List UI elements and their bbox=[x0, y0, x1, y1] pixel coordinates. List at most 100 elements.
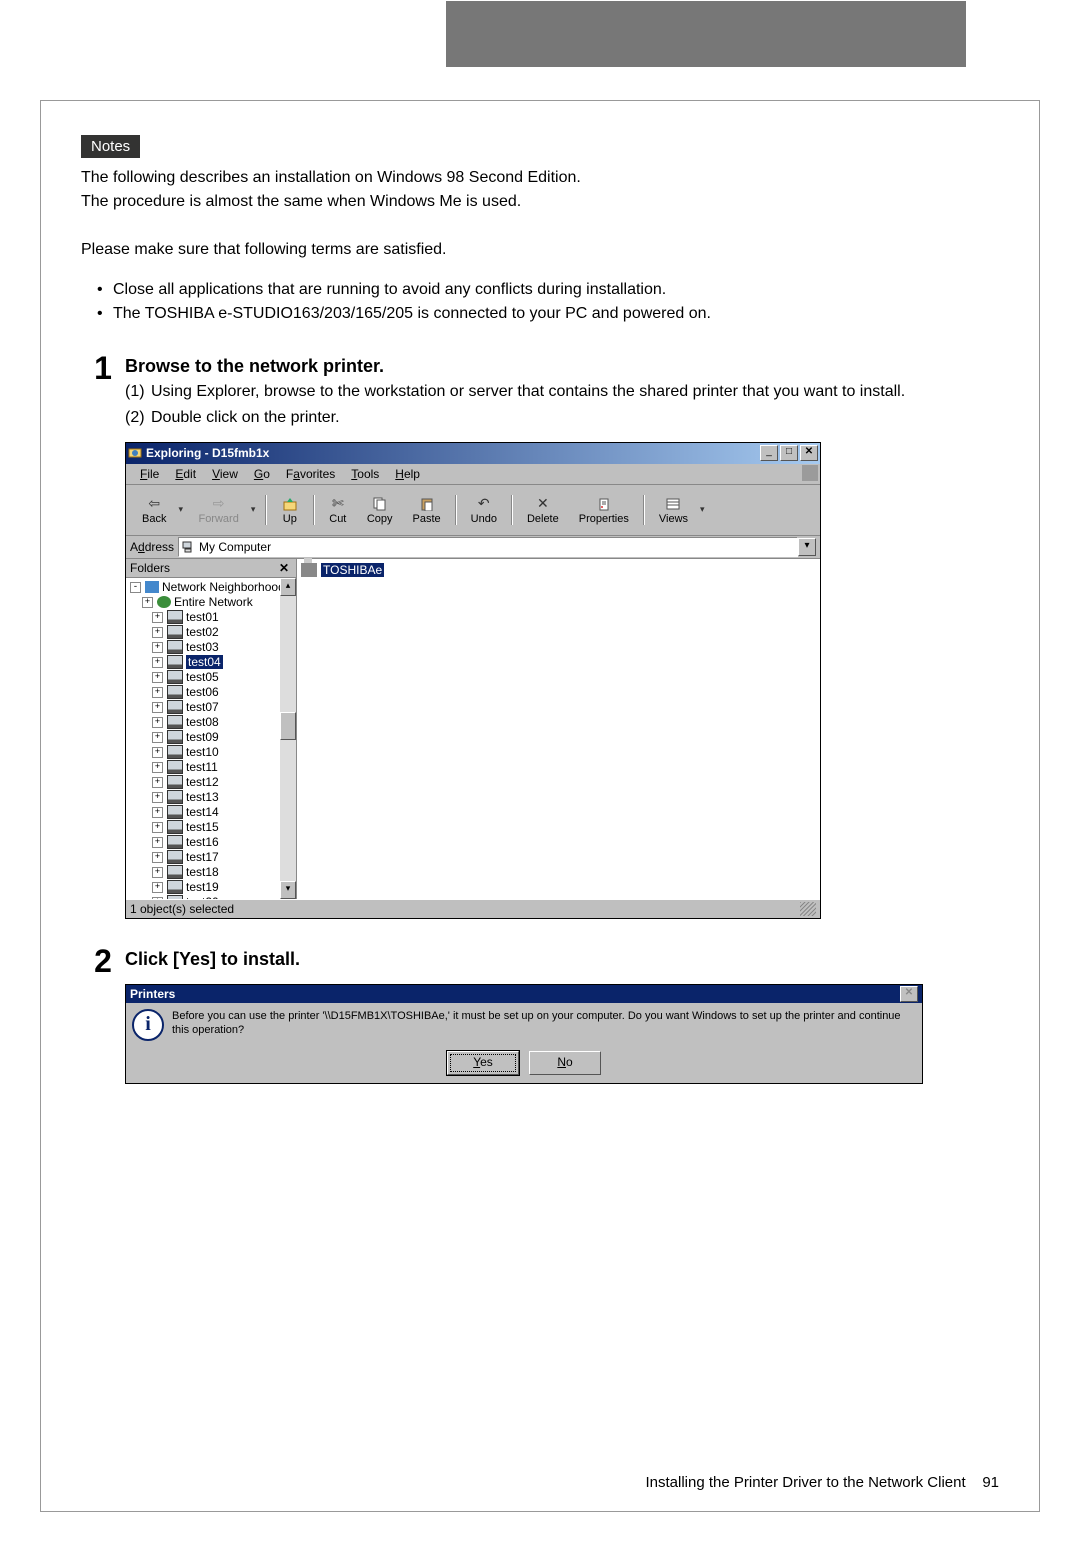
expand-icon[interactable]: + bbox=[152, 717, 163, 728]
expand-icon[interactable]: + bbox=[152, 612, 163, 623]
printer-item[interactable]: TOSHIBAe bbox=[301, 563, 816, 577]
expand-icon[interactable]: + bbox=[152, 672, 163, 683]
maximize-button[interactable]: □ bbox=[780, 445, 798, 461]
tree-row[interactable]: +test17 bbox=[126, 850, 296, 865]
address-dropdown[interactable]: ▾ bbox=[798, 538, 816, 556]
tree-scrollbar[interactable]: ▴ ▾ bbox=[280, 578, 296, 899]
tree-row[interactable]: +test02 bbox=[126, 625, 296, 640]
status-text: 1 object(s) selected bbox=[130, 902, 234, 916]
menu-view[interactable]: View bbox=[204, 467, 246, 481]
undo-button[interactable]: ↶ Undo bbox=[461, 495, 507, 525]
expand-icon[interactable]: + bbox=[152, 762, 163, 773]
folders-close[interactable]: ✕ bbox=[276, 561, 292, 575]
no-button[interactable]: No bbox=[529, 1051, 601, 1075]
tree-row[interactable]: +test20 bbox=[126, 895, 296, 899]
substep-2: (2)Double click on the printer. bbox=[125, 406, 999, 430]
menu-favorites[interactable]: Favorites bbox=[278, 467, 343, 481]
expand-icon[interactable]: + bbox=[152, 852, 163, 863]
computer-icon bbox=[167, 865, 183, 879]
menu-help[interactable]: Help bbox=[387, 467, 428, 481]
info-icon: i bbox=[132, 1009, 164, 1041]
substep-text: Double click on the printer. bbox=[151, 409, 340, 426]
properties-button[interactable]: Properties bbox=[569, 495, 639, 525]
address-field[interactable]: My Computer bbox=[178, 537, 798, 557]
expand-icon[interactable]: + bbox=[152, 867, 163, 878]
tree-row[interactable]: +test13 bbox=[126, 790, 296, 805]
resize-grip-icon[interactable] bbox=[800, 902, 816, 916]
notes-line1: The following describes an installation … bbox=[81, 169, 581, 186]
bullet-item: Close all applications that are running … bbox=[97, 278, 999, 302]
expand-icon[interactable]: + bbox=[152, 822, 163, 833]
expand-icon[interactable]: + bbox=[152, 747, 163, 758]
expand-icon[interactable]: + bbox=[152, 732, 163, 743]
expand-icon[interactable]: + bbox=[142, 597, 153, 608]
dialog-close-button[interactable]: ✕ bbox=[900, 986, 918, 1002]
tree-row[interactable]: +test15 bbox=[126, 820, 296, 835]
back-button[interactable]: ⇦ Back bbox=[132, 495, 176, 525]
expand-icon[interactable]: + bbox=[152, 792, 163, 803]
yes-button[interactable]: Yes bbox=[447, 1051, 519, 1075]
tree-row[interactable]: -Network Neighborhood bbox=[126, 580, 296, 595]
tree-row[interactable]: +test10 bbox=[126, 745, 296, 760]
titlebar[interactable]: Exploring - D15fmb1x _ □ ✕ bbox=[126, 443, 820, 464]
tree-row[interactable]: +test07 bbox=[126, 700, 296, 715]
computer-icon bbox=[167, 835, 183, 849]
forward-dropdown[interactable]: ▾ bbox=[249, 504, 261, 515]
delete-button[interactable]: ✕ Delete bbox=[517, 495, 569, 525]
menu-edit[interactable]: Edit bbox=[167, 467, 204, 481]
expand-icon[interactable]: + bbox=[152, 627, 163, 638]
expand-icon[interactable]: + bbox=[152, 897, 163, 899]
expand-icon[interactable]: + bbox=[152, 837, 163, 848]
expand-icon[interactable]: + bbox=[152, 702, 163, 713]
forward-button: ⇨ Forward bbox=[188, 495, 248, 525]
expand-icon[interactable]: + bbox=[152, 657, 163, 668]
footer-text: Installing the Printer Driver to the Net… bbox=[646, 1474, 966, 1491]
expand-icon[interactable]: + bbox=[152, 687, 163, 698]
cut-button[interactable]: ✄ Cut bbox=[319, 495, 357, 525]
tree-row[interactable]: +test09 bbox=[126, 730, 296, 745]
tree-row[interactable]: +test01 bbox=[126, 610, 296, 625]
up-button[interactable]: Up bbox=[271, 495, 309, 525]
folder-tree[interactable]: -Network Neighborhood+Entire Network+tes… bbox=[126, 578, 296, 899]
tree-row[interactable]: +test05 bbox=[126, 670, 296, 685]
tree-row[interactable]: + test18 bbox=[126, 865, 296, 880]
tree-row[interactable]: +test14 bbox=[126, 805, 296, 820]
dialog-titlebar[interactable]: Printers ✕ bbox=[126, 985, 922, 1003]
back-dropdown[interactable]: ▾ bbox=[176, 504, 188, 515]
expand-icon[interactable]: + bbox=[152, 642, 163, 653]
expand-icon[interactable]: + bbox=[152, 777, 163, 788]
scroll-down-button[interactable]: ▾ bbox=[280, 881, 296, 899]
computer-icon bbox=[167, 895, 183, 899]
expand-icon[interactable]: + bbox=[152, 882, 163, 893]
tree-row[interactable]: +test19 bbox=[126, 880, 296, 895]
tree-row[interactable]: +Entire Network bbox=[126, 595, 296, 610]
tree-row[interactable]: +test03 bbox=[126, 640, 296, 655]
scroll-thumb[interactable] bbox=[280, 712, 296, 740]
scroll-up-button[interactable]: ▴ bbox=[280, 578, 296, 596]
tree-row[interactable]: +test11 bbox=[126, 760, 296, 775]
copy-button[interactable]: Copy bbox=[357, 495, 403, 525]
minimize-button[interactable]: _ bbox=[760, 445, 778, 461]
menu-tools[interactable]: Tools bbox=[343, 467, 387, 481]
menu-go[interactable]: Go bbox=[246, 467, 278, 481]
tree-label: test16 bbox=[186, 835, 219, 849]
menu-file[interactable]: File bbox=[132, 467, 167, 481]
close-button[interactable]: ✕ bbox=[800, 445, 818, 461]
tree-row[interactable]: +test12 bbox=[126, 775, 296, 790]
expand-icon[interactable]: - bbox=[130, 582, 141, 593]
views-button[interactable]: Views bbox=[649, 495, 698, 525]
dialog-body: i Before you can use the printer '\\D15F… bbox=[126, 1003, 922, 1047]
tree-row[interactable]: + test16 bbox=[126, 835, 296, 850]
computer-icon bbox=[167, 775, 183, 789]
tree-row[interactable]: +test08 bbox=[126, 715, 296, 730]
expand-icon[interactable]: + bbox=[152, 807, 163, 818]
paste-button[interactable]: Paste bbox=[403, 495, 451, 525]
tree-row[interactable]: +test04 bbox=[126, 655, 296, 670]
step-2: 2 Click [Yes] to install. Printers ✕ i B… bbox=[81, 945, 999, 1085]
views-dropdown[interactable]: ▾ bbox=[698, 504, 710, 515]
tree-row[interactable]: +test06 bbox=[126, 685, 296, 700]
content-pane[interactable]: TOSHIBAe bbox=[297, 559, 820, 899]
page-tab bbox=[446, 1, 966, 67]
tree-label: test18 bbox=[186, 865, 219, 879]
folders-header: Folders ✕ bbox=[126, 559, 296, 578]
